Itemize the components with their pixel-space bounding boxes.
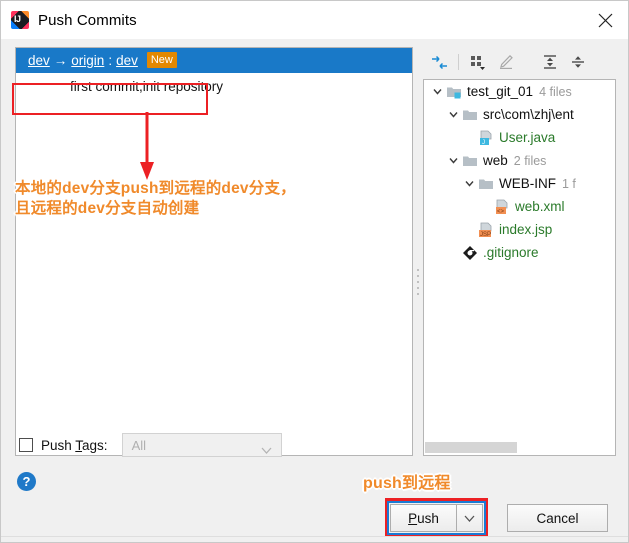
chevron-down-icon[interactable]	[430, 84, 445, 99]
tree-node-count: 1 f	[562, 176, 576, 191]
tree-node-label: index.jsp	[499, 222, 553, 237]
folder-icon	[462, 153, 478, 169]
edit-source-icon	[492, 49, 520, 75]
toolbar-separator	[458, 54, 459, 70]
push-mnemonic: P	[408, 510, 418, 526]
push-button[interactable]: Push	[390, 504, 456, 532]
tree-row[interactable]: web 2 files	[424, 149, 615, 172]
module-folder-icon	[446, 84, 462, 100]
tree-row[interactable]: test_git_01 4 files	[424, 80, 615, 103]
window-title: Push Commits	[38, 11, 137, 29]
new-branch-badge: New	[146, 51, 177, 68]
svg-text:<>: <>	[497, 209, 505, 215]
push-tags-checkbox[interactable]	[19, 438, 33, 452]
chevron-down-icon[interactable]	[462, 176, 477, 191]
collapse-all-icon[interactable]	[564, 49, 592, 75]
tree-node-label: WEB-INF	[499, 176, 556, 191]
folder-icon	[478, 176, 494, 192]
push-commits-dialog: IJ Push Commits dev → origin : dev New f…	[0, 0, 629, 543]
tree-node-label: src\com\zhj\ent	[483, 107, 574, 122]
java-file-icon: J	[478, 130, 494, 146]
tree-node-label: test_git_01	[467, 84, 534, 99]
group-by-glyph	[471, 56, 485, 70]
changed-files-panel: test_git_01 4 files src\com\zhj\ent J Us…	[423, 47, 616, 456]
tree-row[interactable]: JSP index.jsp	[424, 218, 615, 241]
file-tree-rows: test_git_01 4 files src\com\zhj\ent J Us…	[424, 80, 615, 441]
close-glyph	[598, 13, 612, 27]
arrow-right-icon: →	[53, 53, 68, 68]
push-dropdown-button[interactable]	[456, 504, 483, 532]
branch-push-spec-row[interactable]: dev → origin : dev New	[16, 48, 412, 73]
tree-node-count: 2 files	[513, 153, 547, 168]
group-by-icon[interactable]	[464, 49, 492, 75]
chevron-down-icon	[464, 515, 475, 522]
push-tags-select[interactable]: All	[121, 433, 282, 457]
commit-message[interactable]: first commit,init repository	[16, 79, 412, 94]
remote-name-label[interactable]: origin	[71, 53, 104, 68]
push-label-post: ush	[417, 510, 439, 526]
remote-branch-label[interactable]: dev	[116, 53, 138, 68]
title-bar: IJ Push Commits	[1, 1, 628, 39]
push-tags-label-pre: Push	[41, 437, 76, 453]
show-diff-icon[interactable]	[425, 49, 453, 75]
cancel-button[interactable]: Cancel	[507, 504, 608, 532]
file-tree[interactable]: test_git_01 4 files src\com\zhj\ent J Us…	[423, 79, 616, 456]
status-bar	[1, 536, 628, 542]
tree-node-label: .gitignore	[483, 245, 539, 260]
tree-row[interactable]: J User.java	[424, 126, 615, 149]
chevron-down-icon	[261, 442, 272, 457]
chevron-down-icon[interactable]	[446, 107, 461, 122]
intellij-idea-icon: IJ	[11, 11, 29, 29]
close-icon[interactable]	[582, 1, 628, 39]
folder-icon	[462, 107, 478, 123]
tree-node-count: 4 files	[539, 84, 572, 99]
tree-node-label: web	[483, 153, 508, 168]
separator-label: :	[108, 53, 113, 68]
panel-splitter[interactable]	[413, 47, 423, 456]
tree-row[interactable]: .gitignore	[424, 241, 615, 264]
help-button[interactable]: ?	[17, 472, 36, 491]
expand-all-glyph	[544, 55, 556, 69]
push-button-group: Push	[387, 501, 486, 535]
collapse-all-glyph	[572, 56, 584, 68]
xml-file-icon: <>	[494, 199, 510, 215]
tree-node-label: web.xml	[515, 199, 565, 214]
gitignore-file-icon	[462, 245, 478, 261]
tree-row[interactable]: src\com\zhj\ent	[424, 103, 615, 126]
file-tree-toolbar	[423, 47, 616, 77]
show-diff-glyph	[431, 55, 447, 69]
tree-row[interactable]: WEB-INF 1 f	[424, 172, 615, 195]
svg-text:J: J	[482, 140, 485, 146]
push-tags-option: Push Tags: All	[19, 433, 282, 457]
tree-row[interactable]: <> web.xml	[424, 195, 615, 218]
tree-node-label: User.java	[499, 130, 556, 145]
push-tags-label: Push Tags:	[41, 438, 108, 453]
expand-all-icon[interactable]	[536, 49, 564, 75]
splitter-grip-icon	[416, 269, 420, 295]
commits-list-panel[interactable]: dev → origin : dev New first commit,init…	[15, 47, 413, 456]
pencil-glyph	[500, 54, 513, 69]
chevron-down-icon[interactable]	[446, 153, 461, 168]
push-tags-label-post: ags:	[82, 437, 108, 453]
jsp-file-icon: JSP	[478, 222, 494, 238]
local-branch-label: dev	[28, 53, 50, 68]
push-tags-select-value: All	[131, 437, 147, 453]
svg-text:JSP: JSP	[480, 232, 491, 238]
toolbar-gap	[525, 54, 531, 70]
